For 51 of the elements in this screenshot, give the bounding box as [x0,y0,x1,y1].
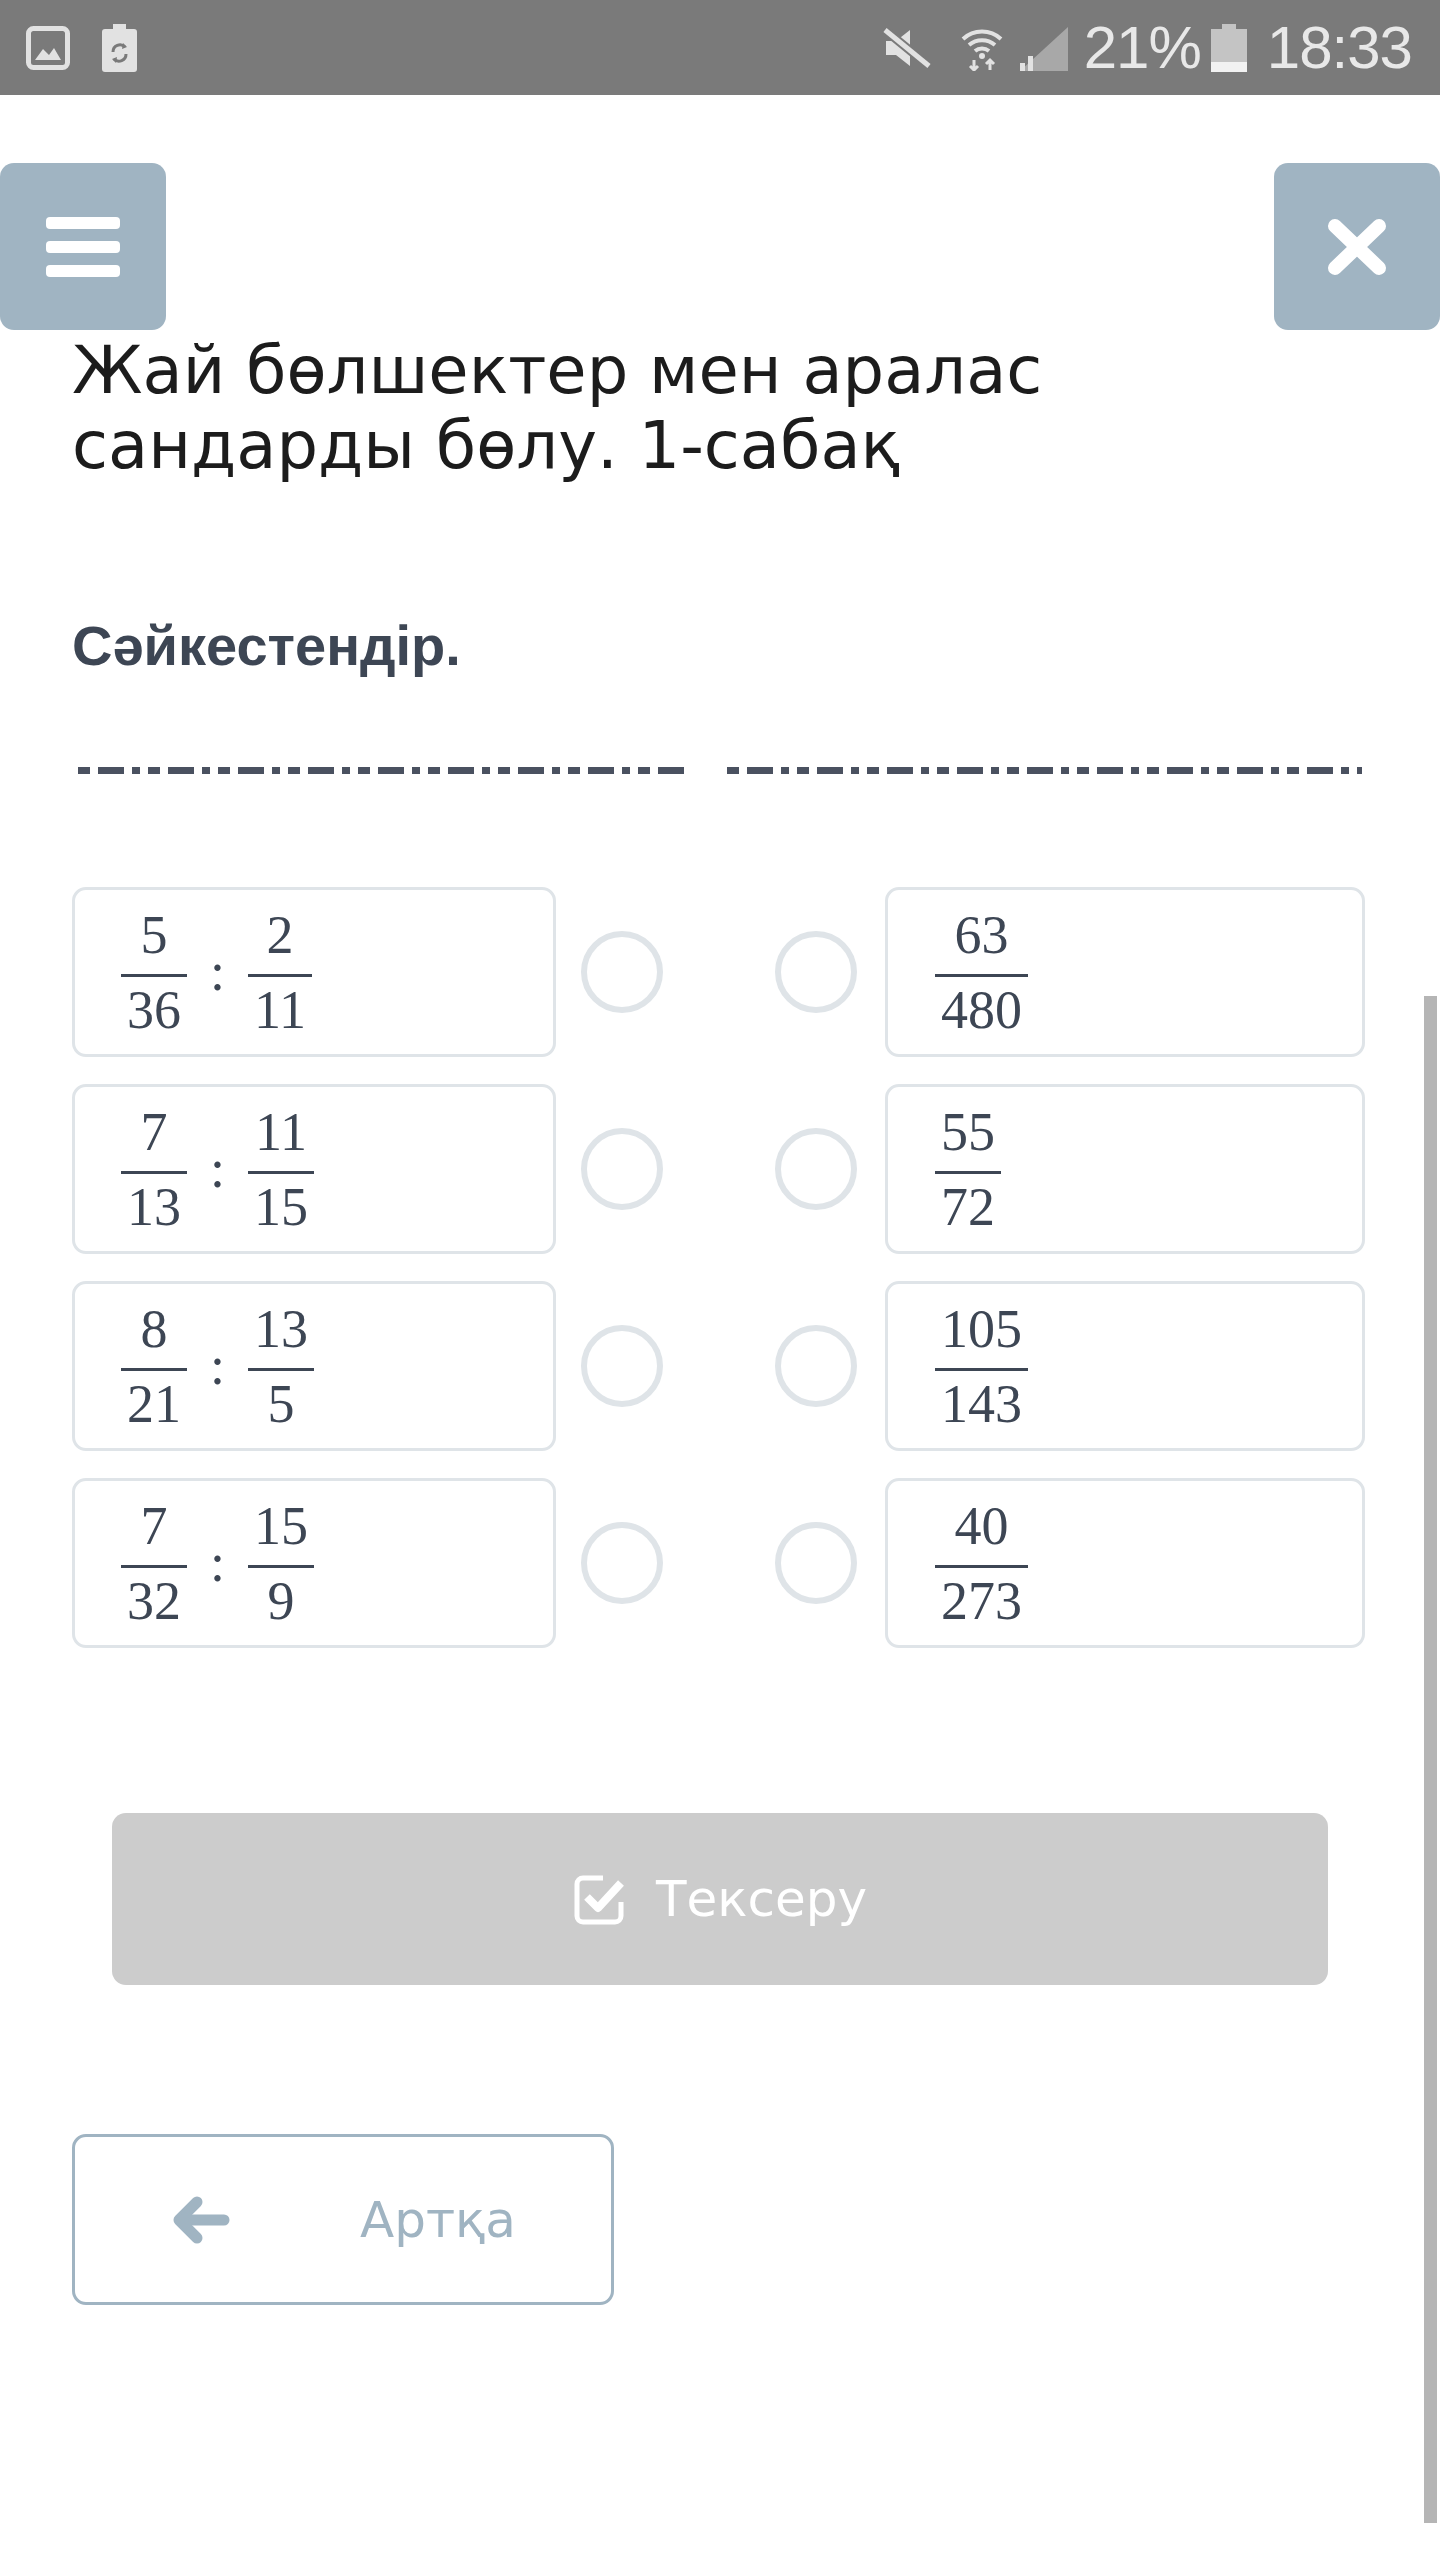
signal-icon [1017,24,1068,71]
menu-icon [46,216,120,277]
fraction-bar [248,1170,314,1174]
fraction-bar [121,1564,187,1568]
denominator: 9 [266,1569,296,1628]
fraction-bar [248,1367,314,1371]
battery-recycle-icon [102,23,137,72]
fraction-bar [121,1367,187,1371]
denominator: 32 [126,1569,182,1628]
denominator: 273 [940,1569,1023,1628]
mute-icon [881,26,932,69]
division-sign: : [210,1339,225,1393]
close-button[interactable] [1274,163,1440,330]
denominator: 72 [940,1175,996,1234]
numerator: 11 [254,1104,308,1164]
close-icon [1327,217,1387,276]
denominator: 480 [940,978,1023,1037]
lesson-title: Жай бөлшектер мен аралас сандарды бөлу. 1-сабақ [72,333,1044,483]
denominator: 36 [126,978,182,1037]
numerator: 2 [265,907,295,967]
fraction-bar [248,1564,314,1568]
denominator: 15 [253,1175,309,1234]
fraction-bar [121,1170,187,1174]
division-sign: : [210,1536,225,1590]
image-icon [26,24,70,71]
numerator: 7 [139,1104,169,1164]
numerator: 7 [139,1498,169,1558]
numerator: 40 [953,1498,1010,1558]
division-sign: : [210,945,225,999]
numerator: 55 [940,1104,996,1164]
battery-percentage: 21% [1083,12,1201,83]
denominator: 5 [266,1372,296,1431]
fraction-bar [121,973,187,977]
numerator: 13 [253,1301,309,1361]
numerator: 8 [139,1301,169,1361]
fraction-bar [935,1170,1001,1174]
denominator: 21 [126,1372,182,1431]
numerator: 105 [940,1301,1023,1361]
numerator: 15 [253,1498,309,1558]
division-sign: : [210,1142,225,1196]
back-button[interactable]: Артқа [72,2134,614,2305]
menu-button[interactable] [0,163,166,330]
battery-icon [1210,23,1247,72]
denominator: 13 [126,1175,182,1234]
instruction-text: Сәйкестендір. [72,614,461,678]
clock-time: 18:33 [1266,12,1412,83]
denominator: 11 [253,978,307,1037]
numerator: 5 [139,907,169,967]
fraction-bar [248,973,312,977]
numerator: 63 [953,907,1010,967]
denominator: 143 [940,1372,1023,1431]
